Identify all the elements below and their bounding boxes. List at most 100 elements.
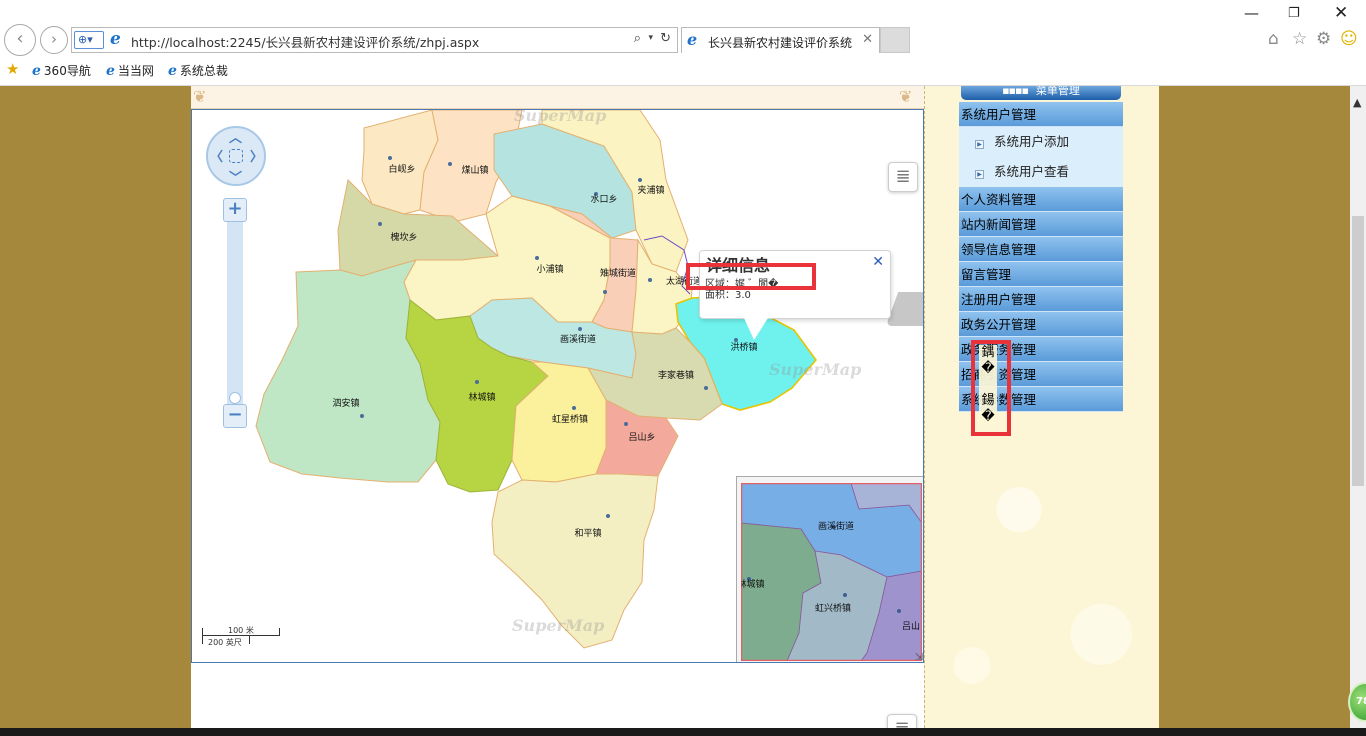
home-icon[interactable]: ⌂ [1268, 29, 1279, 49]
sidebar-item-leaders[interactable]: 领导信息管理 [959, 237, 1123, 262]
layers-icon[interactable]: ≣ [888, 162, 918, 192]
ie-logo-icon: e [687, 30, 698, 49]
region-point [535, 256, 539, 260]
gear-icon[interactable]: ⚙ [1316, 29, 1331, 49]
favorites-bar: ★ e 360导航 e 当当网 e 系统总裁 [0, 60, 1366, 82]
zoom-in-button[interactable]: + [223, 198, 247, 222]
favorite-link[interactable]: e 当当网 [106, 62, 154, 79]
sidebar-subitem-view-users[interactable]: ▶ 系统用户查看 [959, 157, 1123, 187]
browser-window: ‹ › ⊕▾ e http://localhost:2245/长兴县新农村建设评… [0, 0, 1366, 736]
floral-pattern [925, 416, 1159, 728]
region-label: 林城镇 [468, 391, 495, 403]
close-window-icon[interactable]: ✕ [1334, 3, 1348, 23]
pan-right-icon[interactable]: 〉 [250, 146, 263, 165]
zoom-slider[interactable]: + − [223, 198, 247, 428]
sidebar-item-messages[interactable]: 留言管理 [959, 262, 1123, 287]
scroll-thumb[interactable] [1352, 216, 1364, 486]
region-label: 画溪街道 [560, 333, 596, 345]
region-label: 白岘乡 [388, 163, 415, 175]
pan-center-icon[interactable] [229, 149, 243, 163]
menu-header: ▪▪▪▪ 菜单管理 [961, 86, 1121, 100]
region-point [603, 290, 607, 294]
resize-icon[interactable]: ⇲ [915, 652, 923, 662]
ie-logo-icon: e [168, 63, 177, 79]
arrow-right-icon: ▶ [975, 170, 984, 179]
ie-logo-icon: e [110, 29, 121, 49]
region-point [734, 338, 738, 342]
overview-canvas[interactable]: 画溪街道林城镇虹兴桥镇吕山 [741, 483, 922, 661]
restore-icon[interactable]: ❐ [1288, 6, 1300, 21]
pan-down-icon[interactable]: ﹀ [229, 167, 242, 186]
ornament-icon: ❦ [899, 87, 913, 106]
favorites-star-icon[interactable]: ★ [6, 60, 19, 78]
back-button[interactable]: ‹ [4, 24, 36, 56]
grid-icon: ▪▪▪▪ [1002, 86, 1029, 97]
layers-icon[interactable]: ≣ [887, 714, 917, 728]
zoom-handle[interactable] [229, 392, 241, 404]
region-point [572, 406, 576, 410]
zoom-out-button[interactable]: − [223, 404, 247, 428]
scroll-up-icon[interactable]: ▲ [1353, 96, 1361, 109]
map-viewer[interactable]: 白岘乡 煤山镇 水口乡 夹浦镇 槐坎乡 小浦镇 雉城街道 太湖街道 画溪街道 洪桥镇 泗安镇 林城镇李… [191, 109, 924, 663]
sidebar-item-gov-affairs[interactable]: 政务公开管理 [959, 312, 1123, 337]
ornament-icon: ❦ [193, 87, 207, 106]
region-label: 李家巷镇 [658, 369, 694, 381]
search-icon[interactable]: ⌕ [634, 31, 641, 46]
new-tab-button[interactable] [880, 27, 910, 53]
compat-mode-icon[interactable]: ⊕▾ [74, 31, 104, 49]
overview-label: 画溪街道 [818, 520, 854, 532]
sidebar-item-profile[interactable]: 个人资料管理 [959, 187, 1123, 212]
overview-label: 吕山 [902, 621, 920, 632]
scale-bar: 100 米 200 英尺 [202, 625, 282, 649]
pan-left-icon[interactable]: 〈 [210, 146, 223, 165]
smiley-icon[interactable]: ☺ [1340, 29, 1358, 49]
sidebar-item-news[interactable]: 站内新闻管理 [959, 212, 1123, 237]
url-text[interactable]: http://localhost:2245/长兴县新农村建设评价系统/zhpj.… [131, 32, 479, 51]
map-viewer-lower: ≣ [191, 663, 924, 728]
region-point [648, 278, 652, 282]
region-label: 泗安镇 [332, 397, 359, 409]
region-label: 虹星桥镇 [552, 413, 588, 425]
map-watermark: SuperMap [769, 360, 862, 379]
chevron-down-icon[interactable]: ▾ [648, 33, 653, 43]
region-point [475, 380, 479, 384]
tab-title: 长兴县新农村建设评价系统 [708, 36, 853, 50]
region-point [624, 422, 628, 426]
zoom-track[interactable] [227, 218, 243, 408]
favorite-link[interactable]: e 系统总裁 [168, 62, 228, 79]
pan-control[interactable]: ︿ ﹀ 〈 〉 [206, 126, 266, 186]
address-bar[interactable]: ⊕▾ e http://localhost:2245/长兴县新农村建设评价系统/… [71, 27, 678, 53]
region-point [448, 162, 452, 166]
map-watermark: SuperMap [512, 616, 605, 635]
highlight-box [686, 263, 816, 290]
browser-chrome: ‹ › ⊕▾ e http://localhost:2245/长兴县新农村建设评… [0, 0, 1366, 86]
menu-header-label: 菜单管理 [1035, 86, 1080, 97]
close-icon[interactable]: ✕ [872, 254, 884, 270]
overview-map[interactable]: 画溪街道林城镇虹兴桥镇吕山 ⇲ [736, 476, 923, 662]
region-point [360, 414, 364, 418]
region-point [378, 222, 382, 226]
close-icon[interactable]: ✕ [862, 32, 873, 47]
overview-label: 虹兴桥镇 [815, 602, 851, 614]
sidebar-subitem-add-user[interactable]: ▶ 系统用户添加 [959, 127, 1123, 157]
refresh-icon[interactable]: ↻ [660, 31, 671, 46]
pan-up-icon[interactable]: ︿ [229, 127, 242, 146]
map-watermark: SuperMap [514, 109, 607, 125]
favorite-label: 系统总裁 [179, 64, 228, 78]
popup-tail [744, 318, 768, 340]
sidebar-item-registered-users[interactable]: 注册用户管理 [959, 287, 1123, 312]
region-label: 槐坎乡 [390, 231, 417, 243]
vertical-scrollbar[interactable]: ▲ [1350, 86, 1366, 728]
star-icon[interactable]: ☆ [1292, 29, 1307, 49]
sidebar-item-system-users[interactable]: 系统用户管理 [959, 102, 1123, 127]
scale-label: 200 英尺 [208, 638, 242, 647]
region-label: 雉城街道 [600, 267, 636, 279]
browser-tab[interactable]: e 长兴县新农村建设评价系统 ✕ [681, 27, 880, 53]
region-point [638, 178, 642, 182]
favorite-link[interactable]: e 360导航 [32, 62, 91, 79]
overview-label: 林城镇 [741, 578, 765, 590]
sidebar-subitem-label: 系统用户添加 [994, 134, 1070, 149]
info-popup: 详细信息 ✕ 区域：娓 ゛閬� 面积：3.0 [686, 250, 891, 340]
minimize-icon[interactable]: — [1244, 4, 1259, 22]
forward-button[interactable]: › [40, 26, 68, 54]
